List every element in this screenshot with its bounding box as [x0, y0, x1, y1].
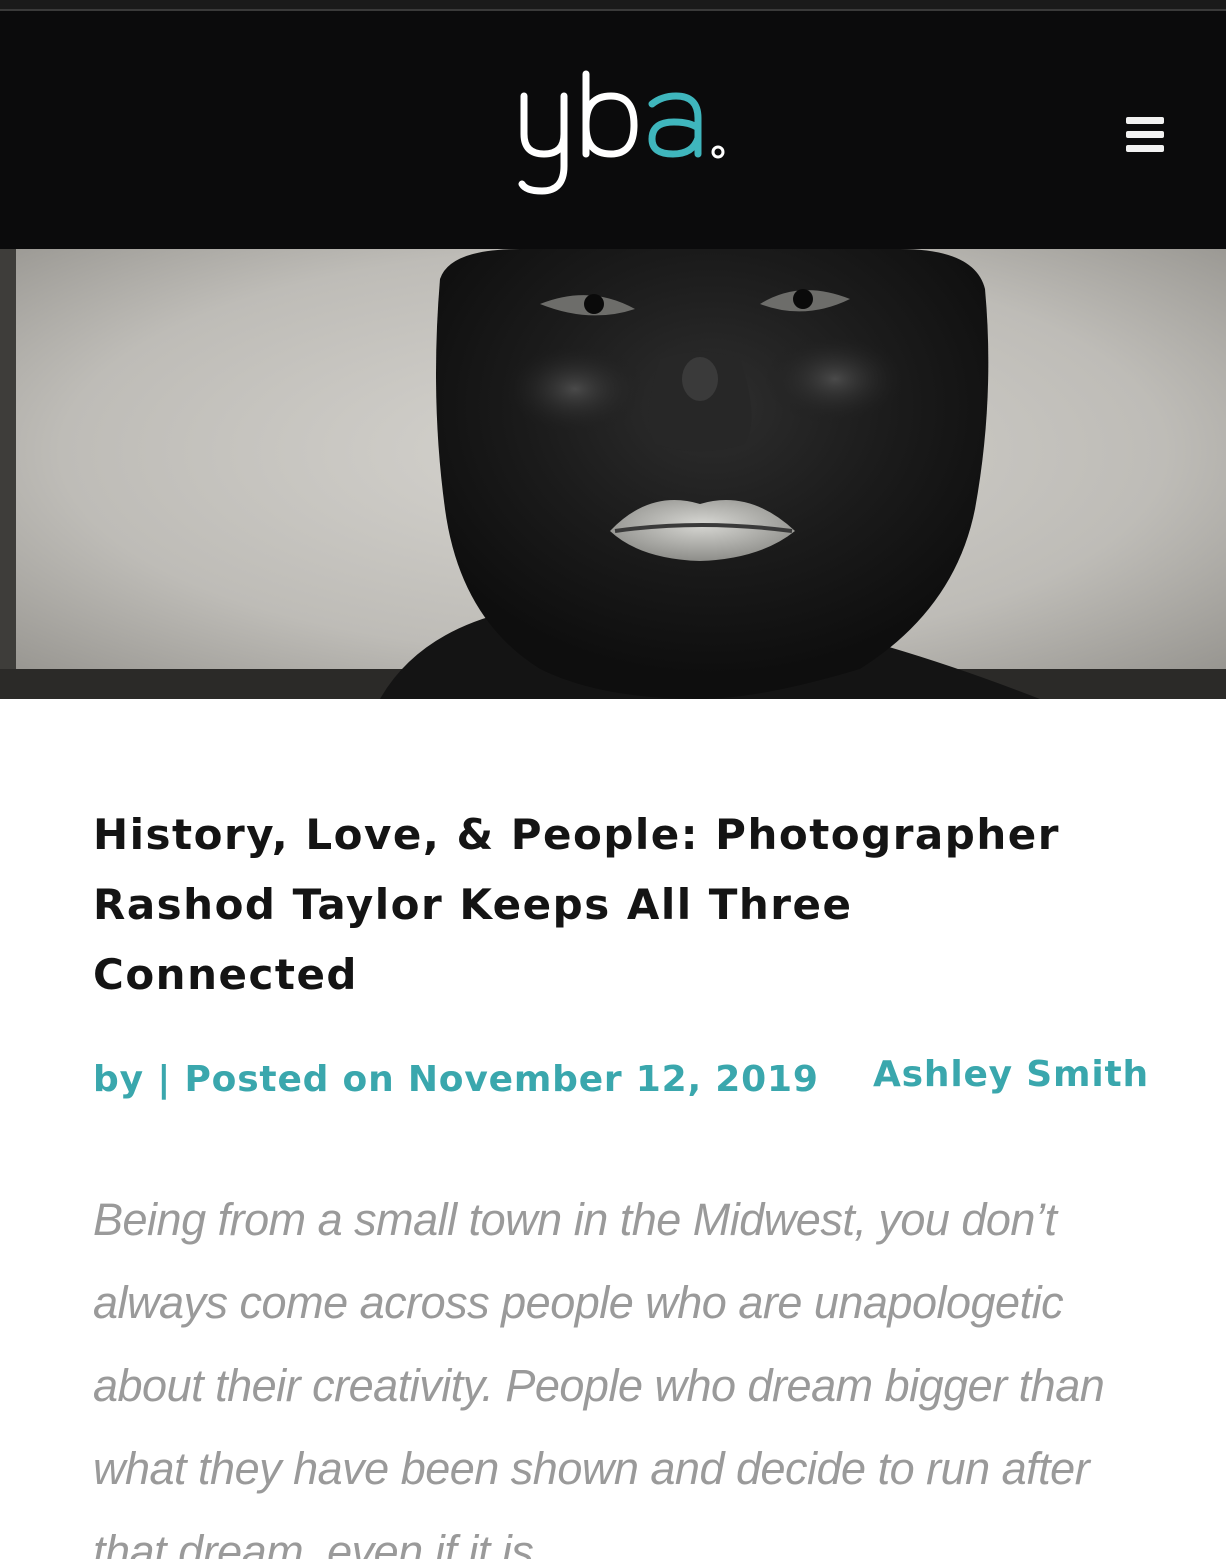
article-body: Being from a small town in the Midwest, …	[93, 1194, 1105, 1559]
article: History, Love, & People: Photographer Ra…	[93, 800, 1173, 1559]
meta-by: by	[93, 1059, 144, 1100]
author-link[interactable]: Ashley Smith	[873, 1050, 1149, 1100]
hero-image	[0, 249, 1226, 699]
hamburger-bar	[1126, 145, 1164, 152]
hamburger-bar	[1126, 117, 1164, 124]
logo-mark	[518, 70, 725, 195]
hamburger-bar	[1126, 131, 1164, 138]
page: History, Love, & People: Photographer Ra…	[0, 0, 1226, 1559]
site-logo[interactable]	[510, 66, 740, 216]
meta-posted-on: Posted on	[184, 1059, 395, 1100]
top-border	[0, 0, 1226, 11]
post-date-link[interactable]: November 12, 2019	[408, 1059, 819, 1100]
article-meta: by | Posted on November 12, 2019 Ashley …	[93, 1054, 1173, 1105]
portrait-image	[0, 249, 1226, 699]
article-title[interactable]: History, Love, & People: Photographer Ra…	[93, 800, 1093, 1010]
hamburger-menu-button[interactable]	[1126, 117, 1166, 153]
site-header	[0, 11, 1226, 249]
meta-separator: |	[157, 1059, 172, 1100]
